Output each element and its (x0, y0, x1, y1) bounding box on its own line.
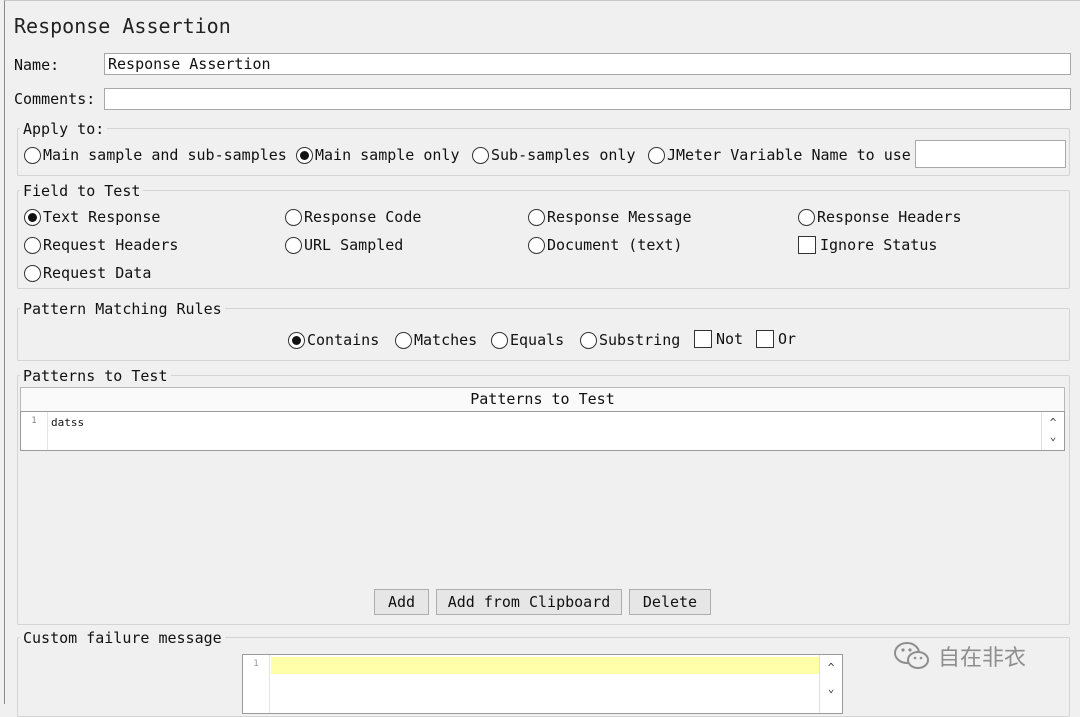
field-response-headers-radio[interactable]: Response Headers (798, 208, 962, 226)
radio-icon (24, 264, 41, 282)
radio-icon (285, 236, 302, 254)
delete-button[interactable]: Delete (629, 589, 711, 615)
jmeter-variable-input[interactable] (915, 140, 1066, 168)
rule-or-checkbox[interactable]: Or (756, 330, 796, 348)
patterns-title: Patterns to Test (20, 367, 171, 385)
ignore-status-checkbox[interactable]: Ignore Status (798, 236, 937, 254)
failure-message-title: Custom failure message (20, 629, 225, 647)
radio-icon (528, 208, 545, 226)
name-label: Name: (14, 56, 60, 74)
page-title: Response Assertion (14, 14, 231, 38)
radio-icon (491, 331, 508, 349)
current-line-highlight[interactable] (271, 657, 819, 674)
rule-equals-radio[interactable]: Equals (491, 331, 564, 349)
checkbox-icon (798, 236, 816, 254)
radio-icon (472, 146, 489, 164)
patterns-column-header[interactable]: Patterns to Test (20, 387, 1065, 412)
field-response-message-radio[interactable]: Response Message (528, 208, 692, 226)
field-request-data-radio[interactable]: Request Data (24, 264, 151, 282)
field-text-response-radio[interactable]: Text Response (24, 208, 160, 226)
add-from-clipboard-button[interactable]: Add from Clipboard (436, 589, 622, 615)
apply-variable-radio[interactable]: JMeter Variable Name to use (648, 146, 911, 164)
name-input[interactable]: Response Assertion (104, 53, 1071, 75)
watermark: 自在非衣 (892, 640, 1026, 672)
apply-sub-only-radio[interactable]: Sub-samples only (472, 146, 636, 164)
radio-icon (580, 331, 597, 349)
rule-substring-radio[interactable]: Substring (580, 331, 680, 349)
checkbox-icon (694, 330, 712, 348)
field-document-radio[interactable]: Document (text) (528, 236, 682, 254)
chevron-up-icon[interactable]: ^ (820, 661, 842, 674)
chevron-up-icon[interactable]: ^ (1042, 416, 1064, 429)
radio-icon (395, 331, 412, 349)
radio-icon (648, 146, 665, 164)
apply-to-title: Apply to: (20, 120, 108, 138)
radio-icon (798, 208, 815, 226)
rule-not-checkbox[interactable]: Not (694, 330, 743, 348)
checkbox-icon (756, 330, 774, 348)
comments-label: Comments: (14, 90, 96, 108)
pattern-rules-title: Pattern Matching Rules (20, 300, 225, 318)
radio-icon (24, 236, 41, 254)
field-response-code-radio[interactable]: Response Code (285, 208, 421, 226)
field-to-test-title: Field to Test (20, 182, 144, 200)
radio-icon (528, 236, 545, 254)
watermark-text: 自在非衣 (938, 646, 1027, 671)
apply-main-only-radio[interactable]: Main sample only (296, 146, 460, 164)
radio-icon (285, 208, 302, 226)
radio-selected-icon (296, 146, 313, 164)
apply-main-and-sub-radio[interactable]: Main sample and sub-samples (24, 146, 287, 164)
line-number: 1 (21, 412, 48, 450)
wechat-icon (892, 640, 932, 672)
patterns-editor[interactable]: 1 datss ^ ⌄ (20, 411, 1065, 451)
add-button[interactable]: Add (374, 589, 429, 615)
radio-icon (24, 146, 41, 164)
rule-contains-radio[interactable]: Contains (288, 331, 379, 349)
patterns-scrollbar[interactable]: ^ ⌄ (1041, 412, 1064, 450)
pattern-value[interactable]: datss (51, 416, 84, 429)
line-number: 1 (243, 655, 270, 713)
failure-message-editor[interactable]: 1 ^ ⌄ (242, 654, 843, 714)
radio-selected-icon (288, 331, 305, 349)
failure-scrollbar[interactable]: ^ ⌄ (819, 655, 842, 713)
comments-input[interactable] (104, 88, 1071, 110)
field-url-sampled-radio[interactable]: URL Sampled (285, 236, 403, 254)
chevron-down-icon[interactable]: ⌄ (1042, 430, 1064, 443)
chevron-down-icon[interactable]: ⌄ (820, 682, 842, 695)
field-request-headers-radio[interactable]: Request Headers (24, 236, 178, 254)
radio-selected-icon (24, 208, 41, 226)
rule-matches-radio[interactable]: Matches (395, 331, 477, 349)
